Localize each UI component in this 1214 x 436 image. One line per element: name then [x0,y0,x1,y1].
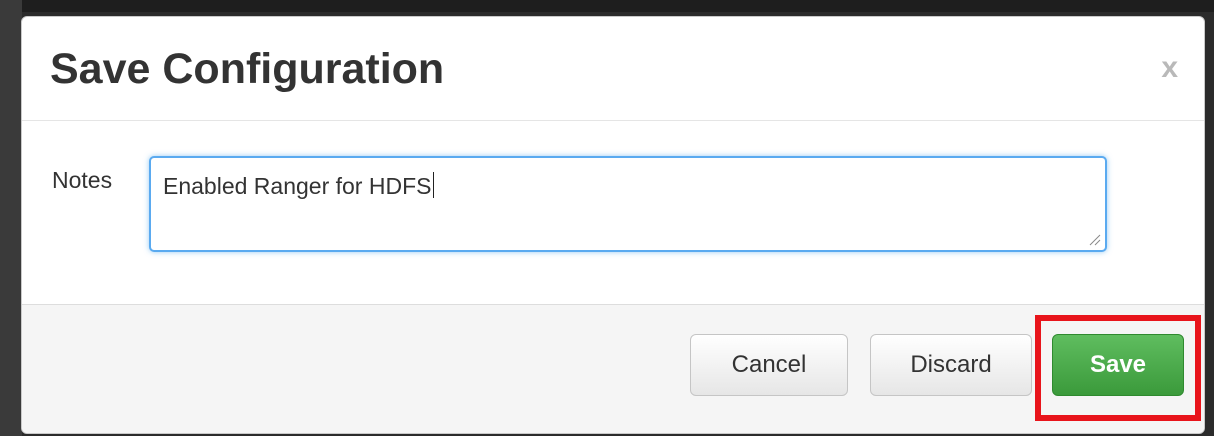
text-caret [433,172,435,198]
dialog-body: Notes Enabled Ranger for HDFS [22,121,1204,304]
notes-label: Notes [52,167,113,193]
backdrop [0,0,1214,12]
save-configuration-dialog: Save Configuration x Notes Enabled Range… [21,16,1205,434]
cancel-button[interactable]: Cancel [690,334,848,396]
resize-grip-icon[interactable] [1089,234,1101,246]
save-button[interactable]: Save [1052,334,1184,396]
dialog-title: Save Configuration [50,45,445,93]
discard-button[interactable]: Discard [870,334,1032,396]
close-icon[interactable]: x [1161,53,1178,83]
dialog-header: Save Configuration x [22,17,1204,121]
notes-text: Enabled Ranger for HDFS [163,173,432,199]
backdrop-page-edge [0,0,22,436]
dialog-footer: Cancel Discard Save [22,304,1204,433]
notes-textarea[interactable]: Enabled Ranger for HDFS [149,156,1107,252]
